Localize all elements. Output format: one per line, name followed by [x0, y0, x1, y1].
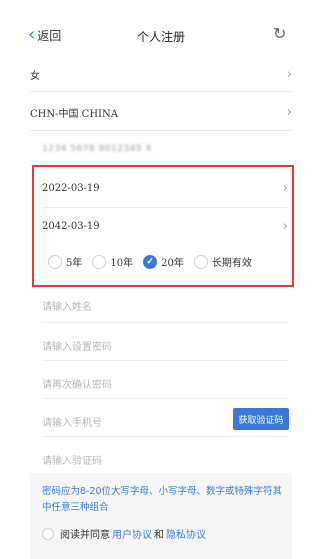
- option-long-term[interactable]: 长期有效: [193, 254, 252, 269]
- validity-options: 5年 10年 ✓ 20年 长期有效: [48, 254, 288, 269]
- option-label: 20年: [161, 258, 184, 269]
- divider: [42, 207, 288, 208]
- divider: [42, 360, 288, 361]
- name-input[interactable]: 请输入姓名: [42, 298, 288, 313]
- nationality-row[interactable]: CHN-中国 CHINA ›: [30, 102, 292, 122]
- divider: [42, 322, 288, 323]
- check-icon: ✓: [143, 254, 158, 269]
- gender-value: 女: [30, 70, 40, 82]
- agree-checkbox[interactable]: [42, 527, 54, 540]
- verification-code-input[interactable]: 请输入验证码: [42, 452, 288, 467]
- agreement-row: 阅读并同意 用户协议 和 隐私协议: [42, 526, 208, 541]
- confirm-password-input[interactable]: 请再次确认密码: [42, 376, 288, 391]
- chevron-right-icon: ›: [282, 180, 288, 196]
- privacy-agreement-link[interactable]: 隐私协议: [166, 526, 206, 541]
- divider: [42, 436, 288, 437]
- option-5-years[interactable]: 5年: [48, 254, 82, 269]
- radio-icon: [92, 254, 107, 269]
- password-input[interactable]: 请输入设置密码: [42, 338, 288, 353]
- nationality-value: CHN-中国 CHINA: [30, 108, 118, 120]
- start-date-value: 2022-03-19: [42, 182, 100, 194]
- chevron-right-icon: ›: [286, 66, 292, 82]
- option-label: 5年: [66, 258, 83, 269]
- option-label: 长期有效: [211, 258, 252, 269]
- agreement-and: 和: [154, 530, 164, 541]
- end-date-row[interactable]: 2042-03-19 ›: [42, 216, 288, 236]
- user-agreement-link[interactable]: 用户协议: [112, 526, 152, 541]
- end-date-value: 2042-03-19: [42, 220, 100, 232]
- option-10-years[interactable]: 10年: [92, 254, 133, 269]
- chevron-right-icon: ›: [286, 104, 292, 120]
- nav-bar: ‹ 返回 个人注册 ↻: [0, 0, 322, 64]
- radio-icon: [48, 254, 62, 269]
- option-20-years[interactable]: ✓ 20年: [143, 254, 184, 269]
- get-code-button[interactable]: 获取验证码: [233, 408, 289, 430]
- divider: [30, 91, 292, 92]
- chevron-right-icon: ›: [282, 218, 288, 234]
- refresh-icon[interactable]: ↻: [273, 24, 286, 43]
- option-label: 10年: [110, 258, 134, 269]
- gender-row[interactable]: 女 ›: [30, 64, 292, 84]
- agreement-prefix: 阅读并同意: [60, 530, 110, 541]
- password-hint: 密码应为8-20位大写字母、小写字母、数字或特殊字符其中任意三种组合: [42, 486, 283, 513]
- radio-icon: [193, 254, 208, 269]
- phone-input[interactable]: 请输入手机号: [42, 414, 222, 429]
- start-date-row[interactable]: 2022-03-19 ›: [42, 178, 288, 198]
- id-number-blurred: 1234 5678 9012345 X: [42, 144, 153, 154]
- divider: [42, 398, 288, 399]
- divider: [30, 130, 292, 131]
